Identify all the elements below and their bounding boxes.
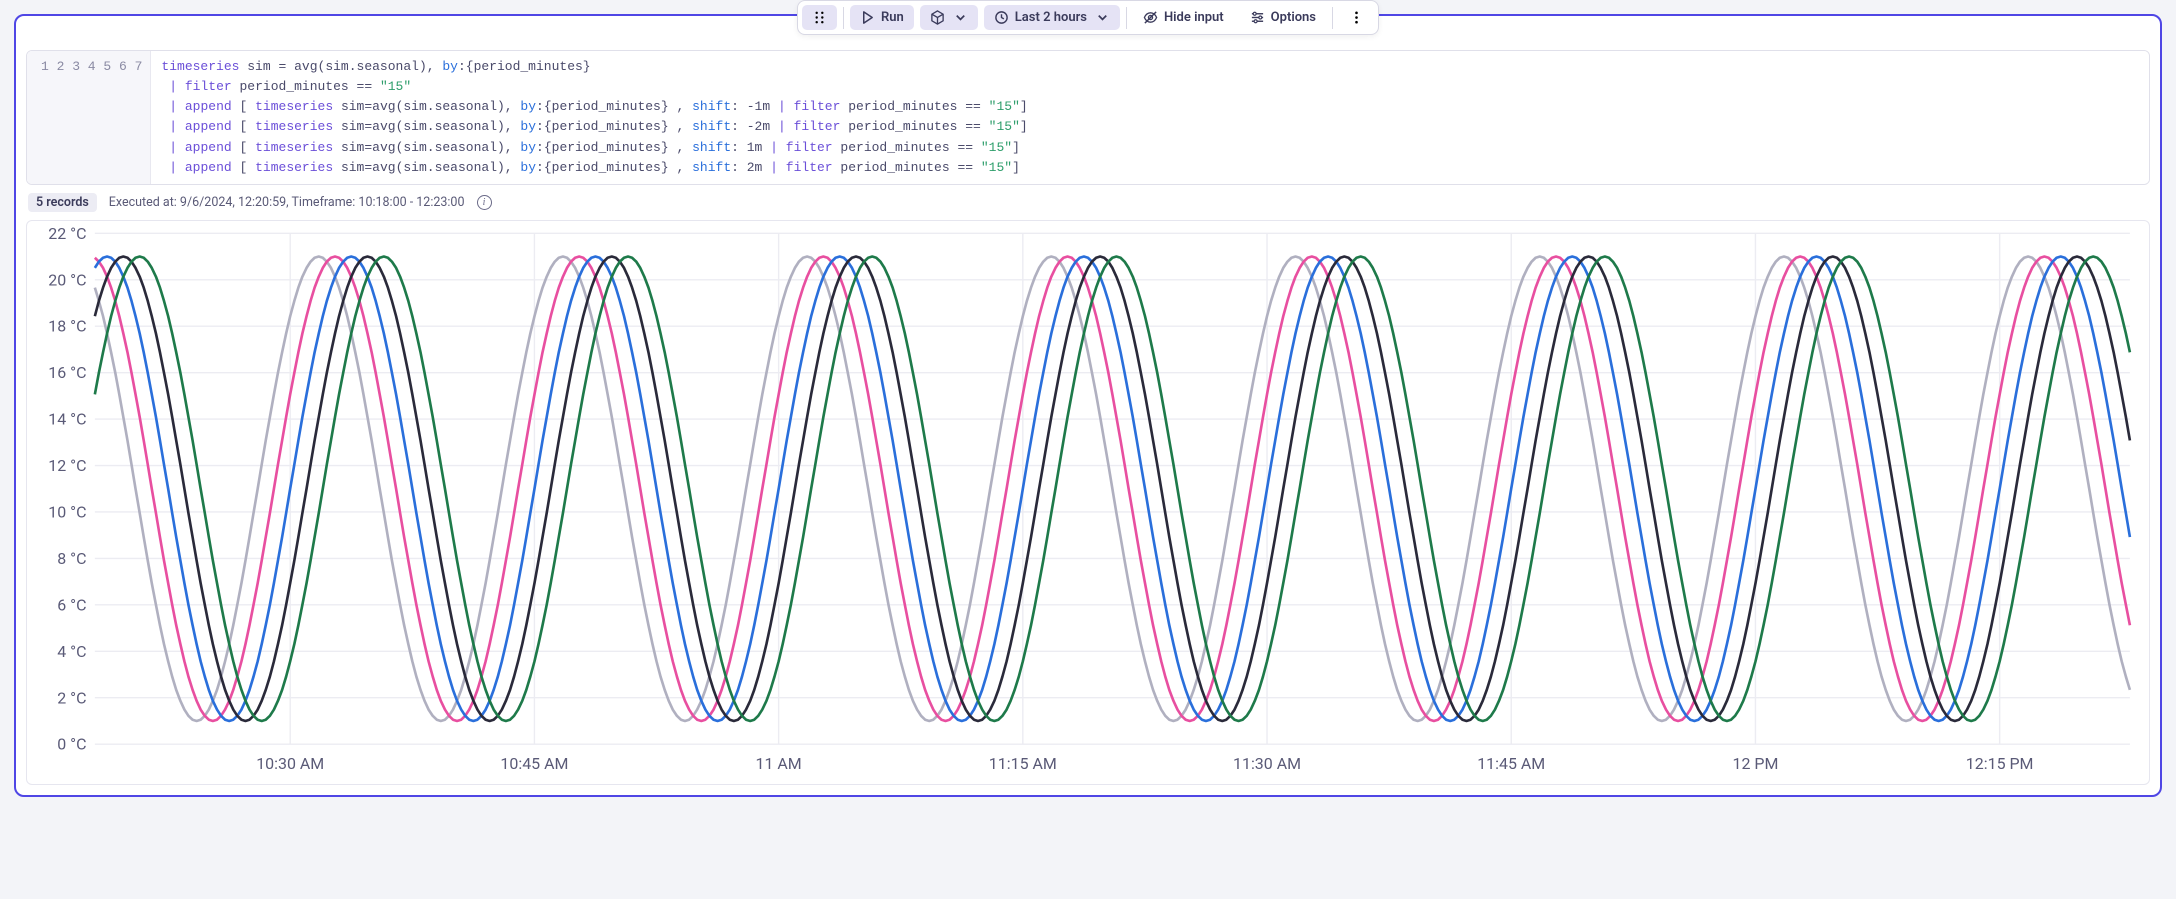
- grip-icon: [812, 10, 827, 25]
- run-label: Run: [881, 10, 904, 25]
- separator: [1332, 7, 1333, 29]
- timeframe-button[interactable]: Last 2 hours: [984, 5, 1120, 30]
- svg-text:20 °C: 20 °C: [48, 270, 86, 289]
- separator: [843, 7, 844, 29]
- hide-input-button[interactable]: Hide input: [1133, 5, 1234, 30]
- options-label: Options: [1271, 10, 1316, 25]
- separator: [1126, 7, 1127, 29]
- executed-label: Executed at: 9/6/2024, 12:20:59, Timefra…: [109, 195, 465, 210]
- query-panel: Run Last 2 hours Hide input Options 1 2 …: [14, 14, 2162, 797]
- svg-text:10:45 AM: 10:45 AM: [500, 754, 568, 773]
- svg-text:11 AM: 11 AM: [756, 754, 802, 773]
- svg-text:12 PM: 12 PM: [1733, 754, 1779, 773]
- records-badge[interactable]: 5 records: [28, 193, 97, 212]
- svg-text:2 °C: 2 °C: [57, 688, 86, 707]
- chart-canvas: 0 °C 2 °C 4 °C 6 °C 8 °C 10 °C 12 °C 14 °C 16 °C…: [31, 225, 2141, 780]
- svg-text:12 °C: 12 °C: [48, 456, 86, 475]
- svg-text:6 °C: 6 °C: [57, 595, 86, 614]
- sliders-icon: [1250, 10, 1265, 25]
- status-bar: 5 records Executed at: 9/6/2024, 12:20:5…: [16, 185, 2160, 220]
- svg-text:11:15 AM: 11:15 AM: [989, 754, 1057, 773]
- options-button[interactable]: Options: [1240, 5, 1326, 30]
- run-button[interactable]: Run: [850, 5, 914, 30]
- svg-text:8 °C: 8 °C: [57, 549, 86, 568]
- chevron-down-icon: [1095, 10, 1110, 25]
- more-vertical-icon: [1349, 10, 1364, 25]
- code-editor[interactable]: 1 2 3 4 5 6 7 timeseries sim = avg(sim.s…: [26, 50, 2150, 185]
- cube-icon: [930, 10, 945, 25]
- timeframe-label: Last 2 hours: [1015, 10, 1087, 25]
- drag-handle[interactable]: [802, 5, 837, 30]
- svg-text:10:30 AM: 10:30 AM: [256, 754, 324, 773]
- chart[interactable]: 0 °C 2 °C 4 °C 6 °C 8 °C 10 °C 12 °C 14 °C 16 °C…: [26, 220, 2150, 785]
- line-gutter: 1 2 3 4 5 6 7: [27, 51, 151, 184]
- chevron-down-icon: [953, 10, 968, 25]
- svg-text:11:30 AM: 11:30 AM: [1233, 754, 1301, 773]
- svg-text:11:45 AM: 11:45 AM: [1477, 754, 1545, 773]
- svg-text:0 °C: 0 °C: [57, 735, 86, 754]
- svg-text:4 °C: 4 °C: [57, 642, 86, 661]
- info-icon[interactable]: i: [477, 195, 492, 210]
- code-body[interactable]: timeseries sim = avg(sim.seasonal), by:{…: [151, 51, 2149, 184]
- hide-input-label: Hide input: [1164, 10, 1224, 25]
- eye-off-icon: [1143, 10, 1158, 25]
- svg-text:22 °C: 22 °C: [48, 225, 86, 243]
- visualization-button[interactable]: [920, 5, 978, 30]
- svg-text:12:15 PM: 12:15 PM: [1966, 754, 2034, 773]
- svg-text:16 °C: 16 °C: [48, 363, 86, 382]
- svg-text:14 °C: 14 °C: [48, 409, 86, 428]
- toolbar: Run Last 2 hours Hide input Options: [797, 0, 1379, 35]
- clock-icon: [994, 10, 1009, 25]
- more-button[interactable]: [1339, 5, 1374, 30]
- play-icon: [860, 10, 875, 25]
- svg-text:10 °C: 10 °C: [48, 502, 86, 521]
- svg-text:18 °C: 18 °C: [48, 317, 86, 336]
